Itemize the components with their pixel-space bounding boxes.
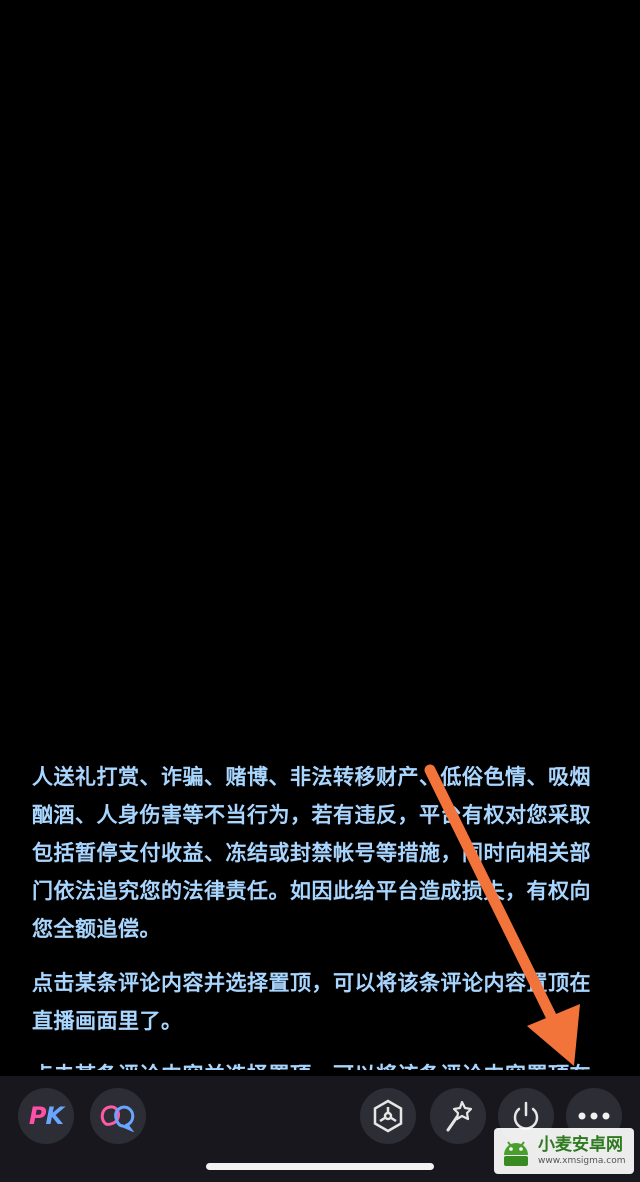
android-logo-icon	[504, 1141, 528, 1166]
pk-icon: PK	[28, 1102, 64, 1130]
watermark-url: www.xmsigma.com	[538, 1156, 626, 1166]
comment-item[interactable]: 点击某条评论内容并选择置顶，可以将该条评论内容置顶在直播画面里了。	[32, 1056, 612, 1070]
beauty-wand-icon	[446, 1100, 473, 1132]
interaction-icon	[373, 1099, 403, 1133]
link-mic-button[interactable]	[90, 1088, 146, 1144]
comment-item[interactable]: 人送礼打赏、诈骗、赌博、非法转移财产、低俗色情、吸烟酗酒、人身伤害等不当行为，若…	[32, 760, 612, 948]
link-mic-icon	[100, 1105, 135, 1132]
more-icon	[578, 1112, 610, 1120]
comment-item[interactable]: 点击某条评论内容并选择置顶，可以将该条评论内容置顶在直播画面里了。	[32, 964, 612, 1040]
pk-button[interactable]: PK	[18, 1088, 74, 1144]
home-indicator[interactable]	[206, 1163, 434, 1170]
site-watermark: 小麦安卓网 www.xmsigma.com	[494, 1128, 634, 1174]
beauty-button[interactable]	[430, 1088, 486, 1144]
watermark-title: 小麦安卓网	[538, 1135, 623, 1155]
comment-list[interactable]: 人送礼打赏、诈骗、赌博、非法转移财产、低俗色情、吸烟酗酒、人身伤害等不当行为，若…	[32, 760, 612, 1070]
interaction-button[interactable]	[360, 1088, 416, 1144]
